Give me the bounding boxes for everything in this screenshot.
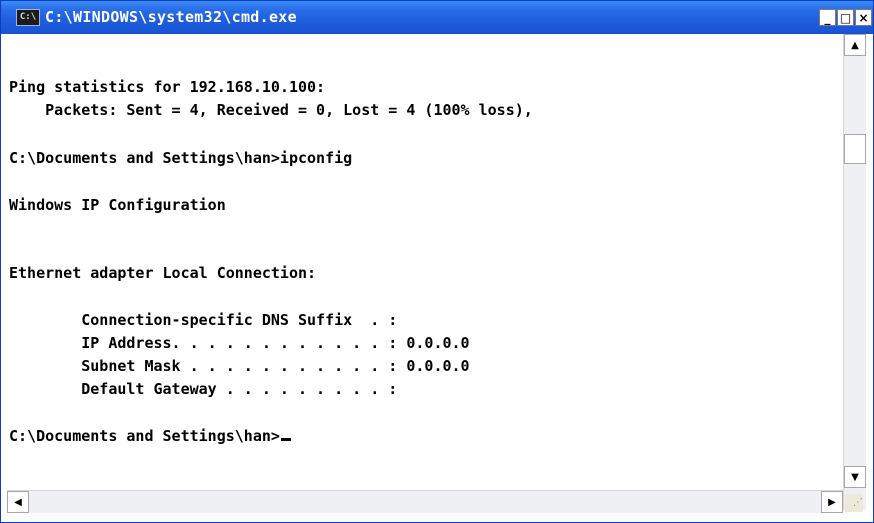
console-line: Ethernet adapter Local Connection: xyxy=(9,264,317,282)
arrow-down-icon: ▼ xyxy=(851,471,859,483)
console-output[interactable]: Ping statistics for 192.168.10.100: Pack… xyxy=(7,34,843,490)
resize-grip[interactable]: ⋰ xyxy=(845,494,863,512)
close-button[interactable]: × xyxy=(855,9,872,26)
vertical-scrollbar[interactable]: ▲ ▼ xyxy=(843,34,866,510)
scroll-up-button[interactable]: ▲ xyxy=(844,34,866,56)
title-bar[interactable]: C:\ C:\WINDOWS\system32\cmd.exe _ □ × xyxy=(1,1,873,34)
text-cursor xyxy=(280,438,291,441)
console-line: Ping statistics for 192.168.10.100: xyxy=(9,78,326,96)
arrow-right-icon: ▶ xyxy=(828,496,836,508)
console-line: Default Gateway . . . . . . . . . : xyxy=(9,380,398,398)
console-line: C:\Documents and Settings\han>ipconfig xyxy=(9,149,353,167)
horizontal-scrollbar[interactable]: ◀ ▶ xyxy=(7,490,843,513)
maximize-button[interactable]: □ xyxy=(837,9,854,26)
close-icon: × xyxy=(858,10,869,25)
prompt-text: C:\Documents and Settings\han> xyxy=(9,427,280,445)
console-line: Connection-specific DNS Suffix . : xyxy=(9,311,398,329)
scroll-left-button[interactable]: ◀ xyxy=(7,491,29,513)
prompt-line: C:\Documents and Settings\han> xyxy=(9,427,291,445)
arrow-left-icon: ◀ xyxy=(14,496,22,508)
cmd-icon[interactable]: C:\ xyxy=(16,9,40,26)
arrow-up-icon: ▲ xyxy=(851,39,859,51)
scroll-down-button[interactable]: ▼ xyxy=(844,466,866,488)
minimize-icon: _ xyxy=(824,10,831,25)
console-line: Windows IP Configuration xyxy=(9,196,226,214)
maximize-icon: □ xyxy=(839,10,852,25)
minimize-button[interactable]: _ xyxy=(819,9,836,26)
console-line: Packets: Sent = 4, Received = 0, Lost = … xyxy=(9,101,533,119)
cmd-window: C:\ C:\WINDOWS\system32\cmd.exe _ □ × Pi… xyxy=(0,0,874,523)
console-line: IP Address. . . . . . . . . . . . : 0.0.… xyxy=(9,334,470,352)
console-line: Subnet Mask . . . . . . . . . . . : 0.0.… xyxy=(9,357,470,375)
resize-grip-icon: ⋰ xyxy=(853,497,863,508)
vertical-scroll-thumb[interactable] xyxy=(844,134,866,164)
scroll-right-button[interactable]: ▶ xyxy=(821,491,843,513)
window-title: C:\WINDOWS\system32\cmd.exe xyxy=(45,8,297,26)
